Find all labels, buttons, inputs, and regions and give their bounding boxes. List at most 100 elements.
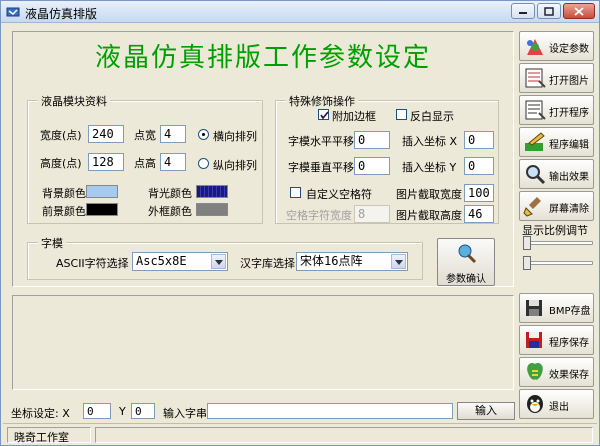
title-bar[interactable]: 液晶仿真排版	[1, 1, 599, 23]
vertical-radio-label: 纵向排列	[213, 159, 257, 172]
chevron-down-icon	[214, 260, 223, 265]
h-offset-field[interactable]: 0	[354, 131, 390, 149]
coord-x-field[interactable]: 0	[83, 403, 111, 419]
horizontal-radio-label: 横向排列	[213, 130, 257, 143]
bmp-save-button[interactable]: BMP存盘	[519, 293, 594, 323]
height-label: 高度(点)	[40, 157, 82, 170]
settings-icon	[527, 39, 543, 55]
add-border-label: 附加边框	[332, 110, 376, 123]
crop-height-field[interactable]: 46	[464, 205, 494, 223]
coord-x-label: 坐标设定: X	[11, 407, 70, 420]
edit-program-button-label: 程序编辑	[549, 140, 589, 151]
custom-space-checkbox[interactable]	[290, 187, 301, 198]
settings-button[interactable]: 设定参数	[519, 31, 594, 61]
height-field[interactable]: 128	[88, 153, 124, 171]
coord-y-field[interactable]: 0	[131, 403, 155, 419]
coordinate-row: 坐标设定: X 0 Y 0 输入字串 输入	[3, 401, 597, 421]
crop-width-label: 图片截取宽度	[396, 188, 462, 201]
minimize-button[interactable]	[511, 3, 535, 19]
client-area: 液晶仿真排版工作参数设定 液晶模块资料 宽度(点) 240 点宽 4 横向排列 …	[3, 25, 597, 445]
hz-select-value: 宋体16点阵	[300, 254, 363, 268]
hz-font-select[interactable]: 宋体16点阵	[296, 252, 408, 271]
effect-save-button[interactable]: 效果保存	[519, 357, 594, 387]
window-title: 液晶仿真排版	[25, 7, 98, 21]
open-program-button[interactable]: 打开程序	[519, 95, 594, 125]
scale-slider-1[interactable]	[523, 241, 593, 245]
output-effect-icon	[526, 165, 546, 185]
confirm-params-button[interactable]: 参数确认	[437, 238, 495, 286]
insert-y-field[interactable]: 0	[464, 157, 494, 175]
clear-screen-icon	[523, 197, 541, 217]
space-width-field: 8	[354, 205, 390, 223]
frame-color-swatch[interactable]	[196, 203, 228, 216]
backlight-color-swatch[interactable]	[196, 185, 228, 198]
output-effect-button[interactable]: 输出效果	[519, 159, 594, 189]
checkmark-icon	[320, 111, 329, 120]
crop-width-field[interactable]: 100	[464, 184, 494, 202]
confirm-params-label: 参数确认	[446, 274, 486, 285]
edit-program-button[interactable]: 程序编辑	[519, 127, 594, 157]
program-save-icon	[526, 332, 542, 348]
open-image-button[interactable]: 打开图片	[519, 63, 594, 93]
ascii-select[interactable]: Asc5x8E	[132, 252, 228, 271]
scale-slider-1-thumb[interactable]	[523, 236, 531, 250]
crop-height-label: 图片截取高度	[396, 209, 462, 222]
app-window: 液晶仿真排版 液晶仿真排版工作参数设定 液晶模块资料 宽度(点) 240 点宽 …	[0, 0, 600, 446]
maximize-button[interactable]	[537, 3, 561, 19]
ascii-dropdown-button[interactable]	[211, 254, 226, 269]
dot-width-field[interactable]: 4	[160, 125, 186, 143]
maximize-icon	[544, 7, 554, 16]
input-string-field[interactable]	[207, 403, 453, 419]
clear-screen-button-label: 屏幕清除	[549, 204, 589, 215]
output-effect-button-label: 输出效果	[549, 172, 589, 183]
v-offset-field[interactable]: 0	[354, 157, 390, 175]
clear-screen-button[interactable]: 屏幕清除	[519, 191, 594, 221]
width-field[interactable]: 240	[88, 125, 124, 143]
open-program-button-label: 打开程序	[549, 108, 589, 119]
bmp-save-button-label: BMP存盘	[549, 306, 591, 317]
ascii-select-label: ASCII字符选择	[56, 257, 129, 270]
bmp-save-icon	[526, 300, 542, 316]
scale-slider-2-thumb[interactable]	[523, 256, 531, 270]
studio-label: 晓奇工作室	[7, 427, 91, 444]
lcd-module-group: 液晶模块资料 宽度(点) 240 点宽 4 横向排列 高度(点) 128 点高 …	[27, 93, 263, 224]
space-width-label: 空格字符宽度	[286, 209, 352, 222]
horizontal-radio[interactable]	[198, 129, 209, 140]
settings-panel: 液晶仿真排版工作参数设定 液晶模块资料 宽度(点) 240 点宽 4 横向排列 …	[12, 31, 514, 287]
program-save-button[interactable]: 程序保存	[519, 325, 594, 355]
frame-color-label: 外框颜色	[148, 205, 192, 218]
close-icon	[574, 7, 584, 16]
page-title: 液晶仿真排版工作参数设定	[94, 43, 431, 73]
chevron-down-icon	[394, 260, 403, 265]
font-group-title: 字模	[38, 235, 66, 251]
preview-area	[12, 295, 514, 390]
add-border-checkbox[interactable]	[318, 109, 329, 120]
vertical-radio[interactable]	[198, 158, 209, 169]
background-color-swatch[interactable]	[86, 185, 118, 198]
effect-save-icon	[527, 363, 543, 380]
foreground-color-label: 前景颜色	[42, 205, 86, 218]
invert-checkbox[interactable]	[396, 109, 407, 120]
backlight-color-label: 背光颜色	[148, 187, 192, 200]
confirm-icon	[458, 244, 477, 264]
effects-group: 特殊修饰操作 附加边框 反白显示 字模水平平移 0 插入坐标 X 0 字模垂直平…	[275, 93, 499, 224]
open-image-button-label: 打开图片	[549, 76, 589, 87]
status-bar: 晓奇工作室	[3, 423, 597, 445]
close-button[interactable]	[563, 3, 595, 19]
dot-height-field[interactable]: 4	[160, 153, 186, 171]
custom-space-label: 自定义空格符	[306, 188, 372, 201]
status-message	[95, 427, 593, 443]
background-color-label: 背景颜色	[42, 187, 86, 200]
app-icon	[6, 7, 20, 17]
v-offset-label: 字模垂直平移	[288, 161, 354, 174]
open-image-icon	[525, 68, 546, 88]
scale-slider-2[interactable]	[523, 261, 593, 265]
font-group: 字模 ASCII字符选择 Asc5x8E 汉字库选择 宋体16点阵	[27, 235, 423, 280]
insert-x-field[interactable]: 0	[464, 131, 494, 149]
effect-save-button-label: 效果保存	[549, 370, 589, 381]
dot-height-label: 点高	[134, 157, 156, 170]
input-button[interactable]: 输入	[457, 402, 515, 420]
hz-dropdown-button[interactable]	[391, 254, 406, 269]
program-save-button-label: 程序保存	[549, 338, 589, 349]
foreground-color-swatch[interactable]	[86, 203, 118, 216]
